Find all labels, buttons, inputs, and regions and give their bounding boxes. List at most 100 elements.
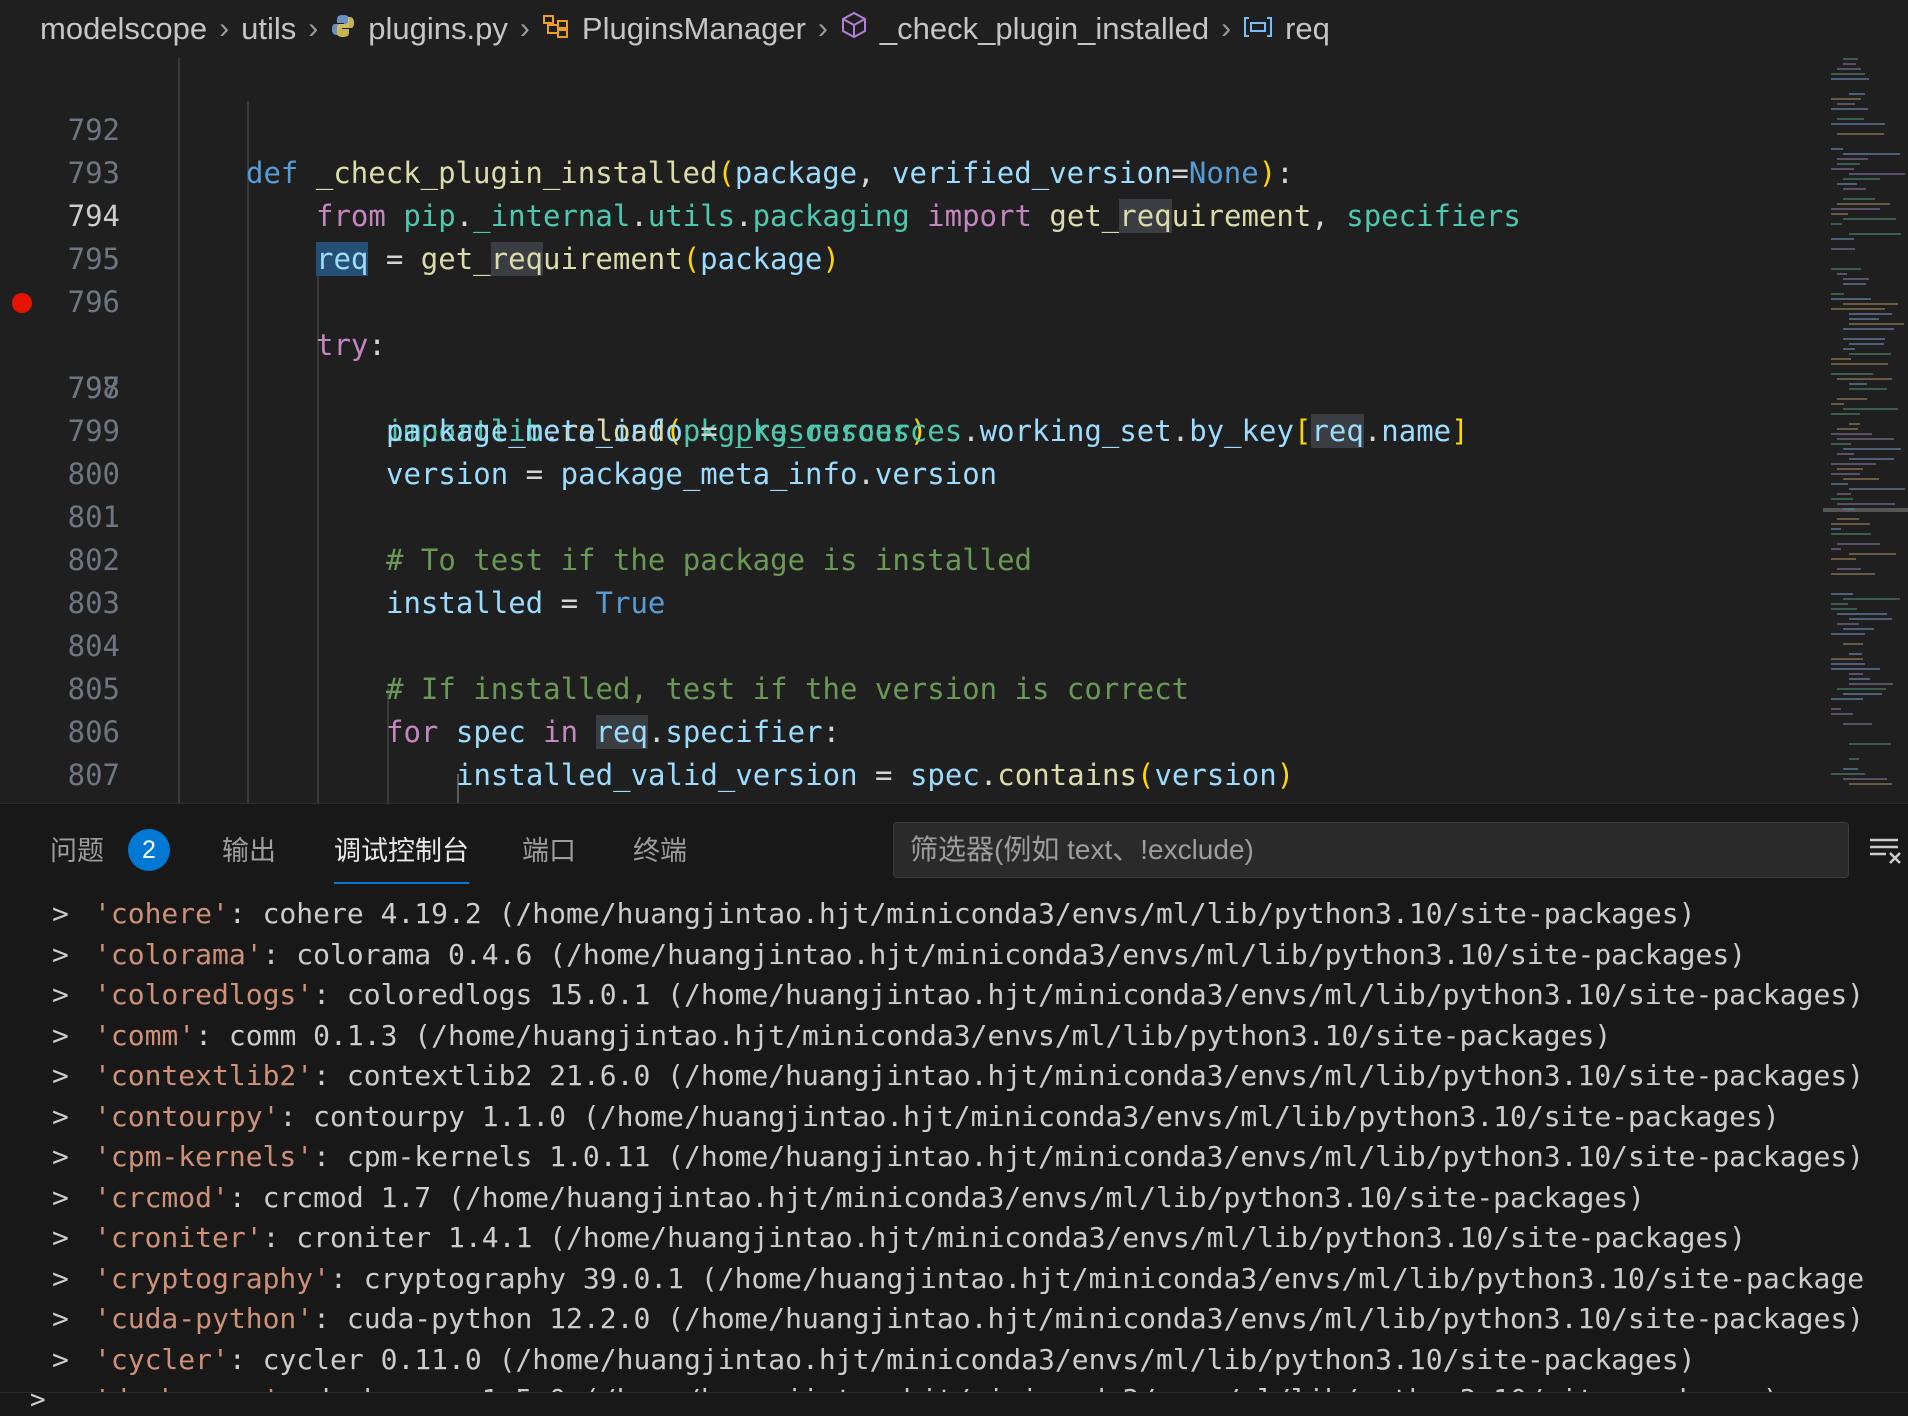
entry-key: 'coloredlogs' (94, 978, 314, 1011)
console-entry: 'coloredlogs': coloredlogs 15.0.1 (/home… (94, 978, 1865, 1011)
chevron-right-icon[interactable]: > (52, 1137, 69, 1177)
entry-key: 'colorama' (94, 937, 263, 971)
code-line: 795 (0, 195, 1830, 276)
clear-console-icon[interactable] (1868, 834, 1904, 866)
minimap[interactable] (1823, 58, 1908, 803)
chevron-right-icon[interactable]: > (52, 1299, 69, 1339)
chevron-right-icon[interactable]: > (52, 894, 69, 934)
code-line: 805 for spec in req.specifier: (0, 625, 1830, 749)
console-row[interactable]: > 'contourpy': contourpy 1.1.0 (/home/hua… (0, 1097, 1908, 1137)
class-icon (542, 11, 570, 47)
console-entry: 'cryptography': cryptography 39.0.1 (/ho… (94, 1261, 1865, 1295)
console-row[interactable]: > 'coloredlogs': coloredlogs 15.0.1 (/hom… (0, 975, 1908, 1015)
tab-output[interactable]: 输出 (222, 828, 276, 874)
tab-terminal[interactable]: 终端 (633, 828, 687, 874)
chevron-right-icon[interactable]: > (52, 1218, 69, 1258)
tab-problems[interactable]: 问题 (50, 828, 104, 874)
console-row[interactable]: > 'contextlib2': contextlib2 21.6.0 (/hom… (0, 1056, 1908, 1096)
breadcrumb: modelscope › utils › plugins.py › Plugin… (0, 0, 1908, 58)
minimap-line (1849, 233, 1901, 235)
chevron-right-icon[interactable]: > (52, 1097, 69, 1137)
minimap-line (1849, 343, 1884, 345)
chevron-right-icon[interactable]: > (52, 1380, 69, 1392)
chevron-right-icon: › (817, 12, 828, 45)
minimap-line (1843, 478, 1879, 480)
breakpoint-icon[interactable] (12, 293, 32, 313)
tab-label: 调试控制台 (334, 836, 469, 866)
minimap-line (1837, 398, 1867, 400)
breadcrumb-item-utils[interactable]: utils (241, 11, 296, 47)
chevron-right-icon[interactable]: > (52, 1178, 69, 1218)
breadcrumb-item-req[interactable]: req (1243, 11, 1330, 47)
console-row[interactable]: > 'dashscope': dashscope 1.5.0 (/home/hua… (0, 1380, 1908, 1392)
chevron-right-icon[interactable]: > (52, 975, 69, 1015)
code-editor[interactable]: 792 def _check_plugin_installed(package,… (0, 58, 1908, 803)
minimap-line (1849, 673, 1863, 675)
tab-ports[interactable]: 端口 (522, 828, 576, 874)
console-input[interactable]: > (0, 1385, 1908, 1416)
problems-count-badge: 2 (128, 829, 170, 871)
debug-console-output[interactable]: > 'cohere': cohere 4.19.2 (/home/huangjin… (0, 892, 1908, 1392)
minimap-line (1831, 123, 1885, 125)
console-row[interactable]: > 'crcmod': crcmod 1.7 (/home/huangjintao… (0, 1178, 1908, 1218)
code-line: 798 package_meta_info = pkg_resources.wo… (0, 324, 1830, 448)
console-entry: 'cpm-kernels': cpm-kernels 1.0.11 (/home… (94, 1140, 1865, 1173)
minimap-line (1849, 383, 1867, 385)
minimap-line (1837, 103, 1855, 105)
breadcrumb-item-modelscope[interactable]: modelscope (40, 11, 207, 47)
entry-key: 'croniter' (94, 1221, 263, 1254)
chevron-right-icon[interactable]: > (52, 1056, 69, 1096)
console-row[interactable]: > 'croniter': croniter 1.4.1 (/home/huang… (0, 1218, 1908, 1258)
console-row[interactable]: > 'colorama': colorama 0.4.6 (/home/huang… (0, 935, 1908, 975)
console-row[interactable]: > 'comm': comm 0.1.3 (/home/huangjintao.h… (0, 1016, 1908, 1056)
minimap-line (1849, 783, 1892, 785)
minimap-line (1831, 148, 1843, 150)
minimap-line (1831, 658, 1863, 660)
entry-value: contourpy 1.1.0 (/home/huangjintao.hjt/m… (313, 1099, 1780, 1133)
filter-placeholder: 筛选器(例如 text、!exclude) (910, 834, 1254, 865)
entry-value: cpm-kernels 1.0.11 (/home/huangjintao.hj… (346, 1140, 1865, 1173)
minimap-line (1849, 653, 1862, 655)
console-entry: 'contourpy': contourpy 1.1.0 (/home/huan… (94, 1099, 1780, 1133)
chevron-right-icon[interactable]: > (52, 1259, 69, 1299)
tab-debug-console[interactable]: 调试控制台 (334, 828, 469, 884)
chevron-right-icon[interactable]: > (52, 1340, 69, 1380)
console-row[interactable]: > 'cuda-python': cuda-python 12.2.0 (/hom… (0, 1299, 1908, 1339)
breadcrumb-label: _check_plugin_installed (879, 11, 1210, 46)
minimap-line (1831, 308, 1885, 310)
minimap-line (1843, 693, 1882, 695)
minimap-line (1831, 708, 1841, 710)
chevron-right-icon[interactable]: > (52, 935, 69, 975)
minimap-line (1843, 643, 1863, 645)
minimap-line (1843, 328, 1894, 330)
minimap-line (1831, 213, 1848, 215)
code-line: 792 def _check_plugin_installed(package,… (0, 66, 1830, 190)
console-row[interactable]: > 'cryptography': cryptography 39.0.1 (/h… (0, 1259, 1908, 1299)
breadcrumb-item-plugins-py[interactable]: plugins.py (330, 11, 508, 47)
minimap-line (1837, 438, 1894, 440)
chevron-right-icon[interactable]: > (52, 1016, 69, 1056)
minimap-line (1837, 468, 1863, 470)
entry-key: 'cohere' (94, 897, 229, 930)
console-row[interactable]: > 'cpm-kernels': cpm-kernels 1.0.11 (/hom… (0, 1137, 1908, 1177)
breadcrumb-item-pluginsmanager[interactable]: PluginsManager (542, 11, 806, 47)
minimap-line (1831, 298, 1871, 300)
minimap-line (1843, 278, 1869, 280)
minimap-line (1831, 523, 1870, 525)
entry-key: 'comm' (94, 1018, 196, 1052)
console-filter-input[interactable]: 筛选器(例如 text、!exclude) (893, 822, 1849, 878)
minimap-line (1837, 568, 1861, 570)
code-line: 806 installed_valid_version = spec.conta… (0, 668, 1830, 792)
breadcrumb-item-check-plugin-installed[interactable]: _check_plugin_installed (840, 11, 1209, 47)
minimap-line (1837, 273, 1847, 275)
entry-value: cycler 0.11.0 (/home/huangjintao.hjt/min… (262, 1342, 1696, 1376)
minimap-line (1831, 663, 1865, 665)
minimap-line (1831, 363, 1888, 365)
minimap-line (1843, 338, 1885, 340)
minimap-line (1843, 153, 1900, 155)
minimap-slider[interactable] (1823, 508, 1908, 512)
entry-key: 'crcmod' (94, 1180, 229, 1214)
minimap-line (1849, 553, 1896, 555)
console-row[interactable]: > 'cycler': cycler 0.11.0 (/home/huangjin… (0, 1340, 1908, 1380)
console-row[interactable]: > 'cohere': cohere 4.19.2 (/home/huangjin… (0, 894, 1908, 934)
